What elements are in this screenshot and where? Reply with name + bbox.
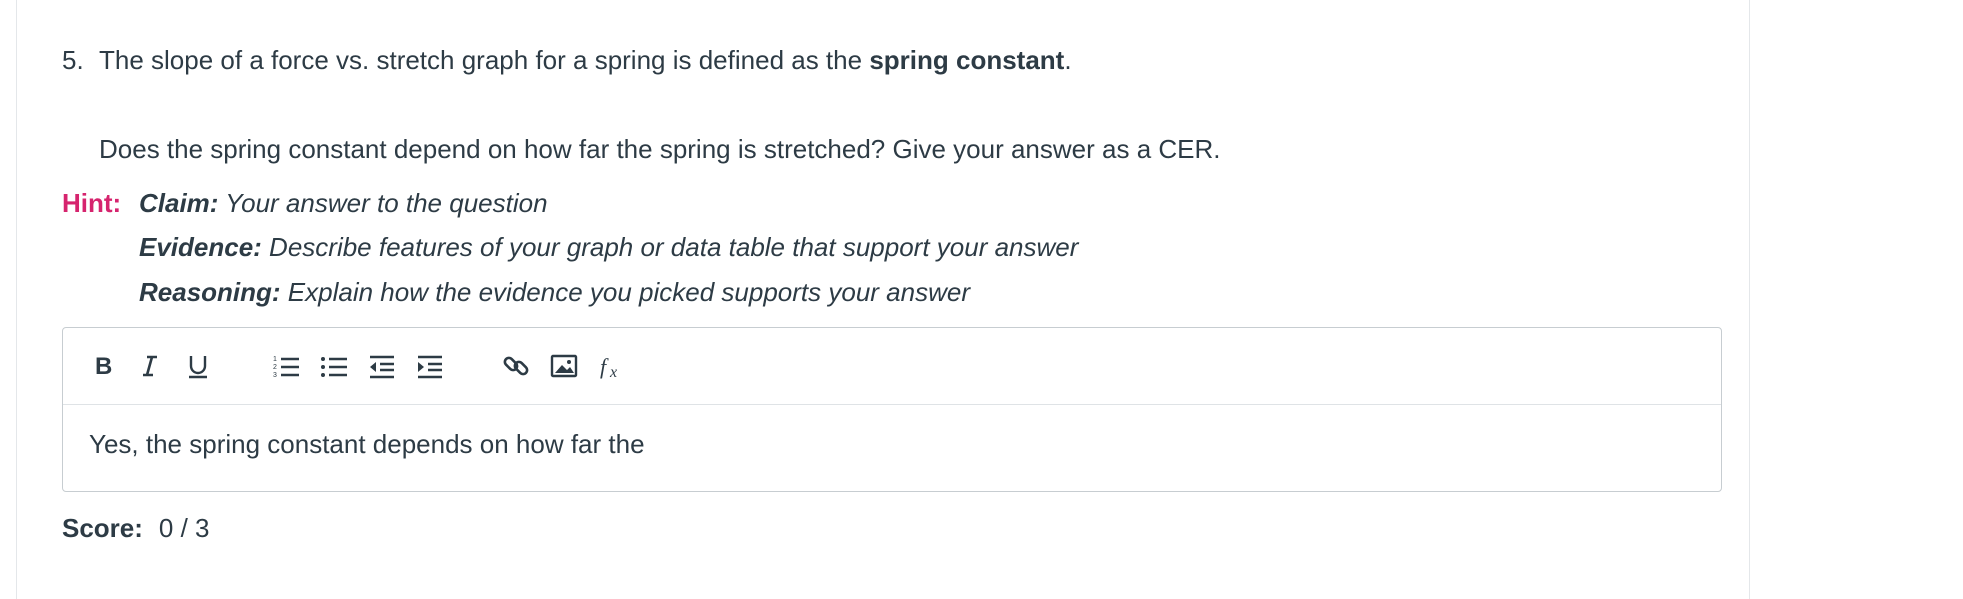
link-icon xyxy=(503,356,529,376)
bold-button[interactable]: B xyxy=(84,348,120,384)
numbered-list-icon: 123 xyxy=(273,356,299,379)
formula-button[interactable]: fx xyxy=(594,348,630,384)
svg-text:x: x xyxy=(609,364,617,381)
hint-evidence: Evidence: Describe features of your grap… xyxy=(139,231,1078,263)
score-value: 0 / 3 xyxy=(158,513,210,543)
formula-icon: fx xyxy=(600,354,617,381)
hint-reasoning-text: Explain how the evidence you picked supp… xyxy=(280,277,970,307)
question-term: spring constant xyxy=(869,45,1065,75)
hint-label: Hint: xyxy=(62,188,122,218)
image-icon xyxy=(550,354,578,378)
hint-claim-label: Claim: xyxy=(139,188,219,218)
bulleted-list-icon xyxy=(321,357,347,377)
question-text-before: The slope of a force vs. stretch graph f… xyxy=(99,45,870,75)
indent-icon xyxy=(418,355,442,379)
numbered-list-button[interactable]: 123 xyxy=(268,348,304,384)
outdent-icon xyxy=(370,355,394,379)
indent-button[interactable] xyxy=(412,348,448,384)
outdent-button[interactable] xyxy=(364,348,400,384)
italic-button[interactable] xyxy=(132,348,168,384)
editor-toolbar: B 123 f x xyxy=(63,328,1721,405)
image-button[interactable] xyxy=(546,348,582,384)
bold-icon: B xyxy=(95,353,112,380)
rich-text-editor: B 123 f x Yes, the spring constant depen… xyxy=(62,327,1722,492)
bulleted-list-button[interactable] xyxy=(316,348,352,384)
hint-claim-text: Your answer to the question xyxy=(218,188,548,218)
italic-icon xyxy=(143,355,157,377)
svg-text:1: 1 xyxy=(273,356,277,363)
svg-text:B: B xyxy=(95,353,112,380)
hint-evidence-text: Describe features of your graph or data … xyxy=(261,232,1079,262)
svg-text:3: 3 xyxy=(273,372,277,379)
score: Score: 0 / 3 xyxy=(62,512,210,544)
question-text-after: . xyxy=(1064,45,1072,75)
svg-text:f: f xyxy=(600,354,609,379)
question-prompt: Does the spring constant depend on how f… xyxy=(99,134,1221,164)
hint-claim: Claim: Your answer to the question xyxy=(139,187,548,219)
hint-evidence-label: Evidence: xyxy=(139,232,262,262)
hint-reasoning-label: Reasoning: xyxy=(139,277,281,307)
underline-icon xyxy=(189,356,207,379)
hint-reasoning: Reasoning: Explain how the evidence you … xyxy=(139,276,970,308)
question-text: 5. The slope of a force vs. stretch graph… xyxy=(62,44,1072,76)
score-label: Score: xyxy=(62,513,143,543)
editor-answer-text: Yes, the spring constant depends on how … xyxy=(89,429,645,459)
svg-text:2: 2 xyxy=(273,364,277,371)
question-panel: 5. The slope of a force vs. stretch graph… xyxy=(16,0,1750,599)
underline-button[interactable] xyxy=(180,348,216,384)
question-number: 5. xyxy=(62,45,84,75)
link-button[interactable] xyxy=(498,348,534,384)
editor-content-area[interactable]: Yes, the spring constant depends on how … xyxy=(63,428,1721,460)
